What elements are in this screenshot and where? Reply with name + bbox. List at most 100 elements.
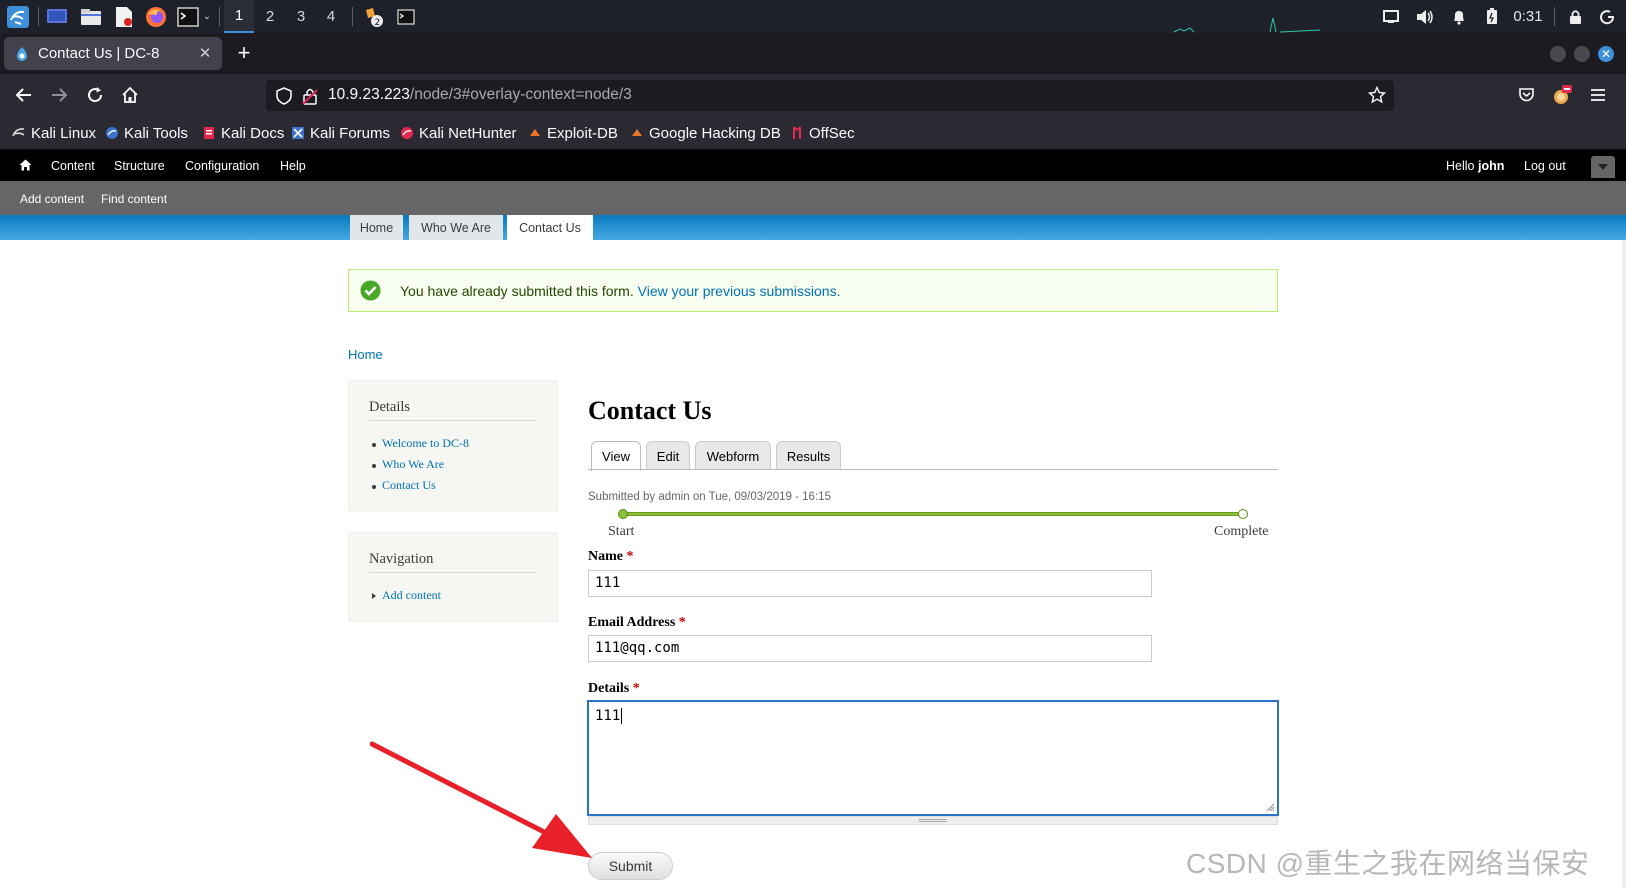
admin-menu-structure[interactable]: Structure bbox=[114, 159, 165, 173]
bookmark-exploit-db[interactable]: Exploit-DB bbox=[528, 124, 618, 142]
kali-docs-icon bbox=[204, 127, 214, 139]
bookmark-offsec[interactable]: OffSec bbox=[790, 124, 855, 142]
bookmark-kali-linux[interactable]: Kali Linux bbox=[12, 124, 96, 142]
logout-link[interactable]: Log out bbox=[1524, 159, 1566, 173]
admin-menu-content[interactable]: Content bbox=[51, 159, 95, 173]
navigation-block-title: Navigation bbox=[369, 551, 434, 567]
main-menu-home[interactable]: Home bbox=[350, 215, 403, 240]
notification-bell-icon[interactable] bbox=[1446, 0, 1472, 33]
sidebar-link-contact-us[interactable]: Contact Us bbox=[382, 478, 436, 493]
progress-start-dot bbox=[618, 509, 628, 519]
details-block: Details Welcome to DC-8 Who We Are Conta… bbox=[348, 380, 558, 512]
exploit-db-icon bbox=[530, 129, 540, 136]
submit-button[interactable]: Submit bbox=[588, 852, 673, 880]
check-icon bbox=[360, 280, 381, 301]
kali-dragon-icon bbox=[12, 128, 25, 137]
tab-edit[interactable]: Edit bbox=[646, 441, 690, 470]
browser-navbar: 10.9.23.223/node/3#overlay-context=node/… bbox=[0, 74, 1626, 116]
shortcut-find-content[interactable]: Find content bbox=[101, 192, 167, 206]
maximize-window-icon[interactable] bbox=[1574, 46, 1590, 62]
expand-arrow-icon bbox=[372, 593, 376, 599]
file-manager-icon[interactable] bbox=[79, 0, 103, 33]
close-window-icon[interactable]: ✕ bbox=[1598, 46, 1614, 62]
workspace-2[interactable]: 2 bbox=[255, 0, 285, 33]
new-tab-button[interactable]: + bbox=[232, 40, 256, 65]
main-menu-who-we-are[interactable]: Who We Are bbox=[409, 215, 503, 240]
bookmark-kali-nethunter[interactable]: Kali NetHunter bbox=[400, 124, 517, 142]
url-path: /node/3#overlay-context=node/3 bbox=[409, 86, 632, 103]
admin-menu-help[interactable]: Help bbox=[280, 159, 306, 173]
pocket-icon[interactable] bbox=[1512, 81, 1540, 109]
kali-tools-icon bbox=[106, 127, 118, 139]
bookmark-label: Kali Linux bbox=[31, 124, 97, 142]
url-text[interactable]: 10.9.23.223/node/3#overlay-context=node/… bbox=[328, 86, 632, 104]
back-arrow-icon[interactable] bbox=[10, 81, 38, 109]
page-title: Contact Us bbox=[588, 396, 712, 425]
admin-menu-configuration[interactable]: Configuration bbox=[185, 159, 259, 173]
admin-toolbar: Content Structure Configuration Help Hel… bbox=[0, 150, 1626, 181]
bookmark-kali-tools[interactable]: Kali Tools bbox=[105, 124, 188, 142]
tab-view[interactable]: View bbox=[591, 441, 641, 471]
chevron-down-icon[interactable]: ⌄ bbox=[200, 0, 214, 33]
workspace-3[interactable]: 3 bbox=[286, 0, 316, 33]
volume-icon[interactable] bbox=[1412, 0, 1438, 33]
tab-results[interactable]: Results bbox=[776, 441, 841, 470]
bookmark-kali-docs[interactable]: Kali Docs bbox=[202, 124, 284, 142]
previous-submissions-link[interactable]: View your previous submissions. bbox=[638, 283, 841, 299]
name-field[interactable]: 111 bbox=[588, 570, 1152, 597]
home-icon[interactable] bbox=[19, 159, 32, 171]
text-editor-icon[interactable] bbox=[112, 0, 136, 33]
bookmark-kali-forums[interactable]: Kali Forums bbox=[291, 124, 390, 142]
nethunter-icon bbox=[401, 127, 413, 139]
email-label-text: Email Address bbox=[588, 615, 676, 630]
email-field[interactable]: 111@qq.com bbox=[588, 635, 1152, 662]
kali-forums-icon bbox=[292, 127, 304, 139]
workspace-1[interactable]: 1 bbox=[224, 0, 254, 33]
url-bar[interactable]: 10.9.23.223/node/3#overlay-context=node/… bbox=[266, 80, 1394, 111]
shortcuts-toggle-button[interactable] bbox=[1591, 156, 1615, 178]
insecure-lock-icon[interactable] bbox=[302, 87, 318, 105]
sidebar-link-who-we-are[interactable]: Who We Are bbox=[382, 457, 444, 472]
forward-arrow-icon[interactable] bbox=[45, 81, 73, 109]
name-label-text: Name bbox=[588, 549, 623, 564]
display-icon[interactable] bbox=[1378, 0, 1404, 33]
admin-username[interactable]: john bbox=[1478, 159, 1504, 173]
clock[interactable]: 0:31 bbox=[1510, 0, 1546, 33]
details-block-title: Details bbox=[369, 399, 411, 415]
breadcrumb-home[interactable]: Home bbox=[348, 347, 383, 362]
tab-webform[interactable]: Webform bbox=[695, 441, 771, 470]
bookmark-google-hacking-db[interactable]: Google Hacking DB bbox=[630, 124, 781, 142]
shortcut-add-content[interactable]: Add content bbox=[20, 192, 84, 206]
running-app-icon[interactable]: 2 bbox=[362, 0, 386, 33]
hamburger-menu-icon[interactable] bbox=[1584, 81, 1612, 109]
shield-icon[interactable] bbox=[276, 87, 292, 105]
main-menu-contact-us[interactable]: Contact Us bbox=[507, 215, 593, 240]
close-tab-icon[interactable]: ✕ bbox=[196, 44, 214, 62]
battery-icon[interactable] bbox=[1479, 0, 1505, 33]
extension-icon[interactable] bbox=[1548, 81, 1576, 109]
running-terminal-icon[interactable] bbox=[394, 0, 418, 33]
details-textarea[interactable]: 111 bbox=[587, 700, 1279, 816]
url-host: 10.9.23.223 bbox=[328, 86, 410, 103]
sidebar-link-add-content[interactable]: Add content bbox=[382, 588, 441, 603]
details-label-text: Details bbox=[588, 681, 630, 696]
chevron-down-icon bbox=[1598, 164, 1608, 170]
reload-icon[interactable] bbox=[81, 81, 109, 109]
power-icon[interactable] bbox=[1594, 0, 1620, 33]
required-marker: * bbox=[678, 615, 686, 630]
firefox-icon[interactable] bbox=[144, 0, 168, 33]
kali-menu-icon[interactable] bbox=[4, 0, 32, 33]
textarea-grippie[interactable] bbox=[588, 816, 1278, 825]
lock-icon[interactable] bbox=[1562, 0, 1588, 33]
minimize-window-icon[interactable] bbox=[1550, 46, 1566, 62]
page-scrollbar[interactable] bbox=[1622, 240, 1626, 888]
terminal-icon[interactable] bbox=[176, 0, 200, 33]
workspace-4[interactable]: 4 bbox=[316, 0, 346, 33]
home-icon[interactable] bbox=[116, 81, 144, 109]
bookmark-label: Kali NetHunter bbox=[419, 124, 517, 142]
browser-tab-active[interactable]: Contact Us | DC-8 ✕ bbox=[4, 37, 222, 70]
resize-handle-icon[interactable] bbox=[1266, 803, 1275, 812]
sidebar-link-welcome[interactable]: Welcome to DC-8 bbox=[382, 436, 469, 451]
desktop-icon[interactable] bbox=[45, 0, 69, 33]
bookmark-star-icon[interactable] bbox=[1368, 86, 1386, 104]
